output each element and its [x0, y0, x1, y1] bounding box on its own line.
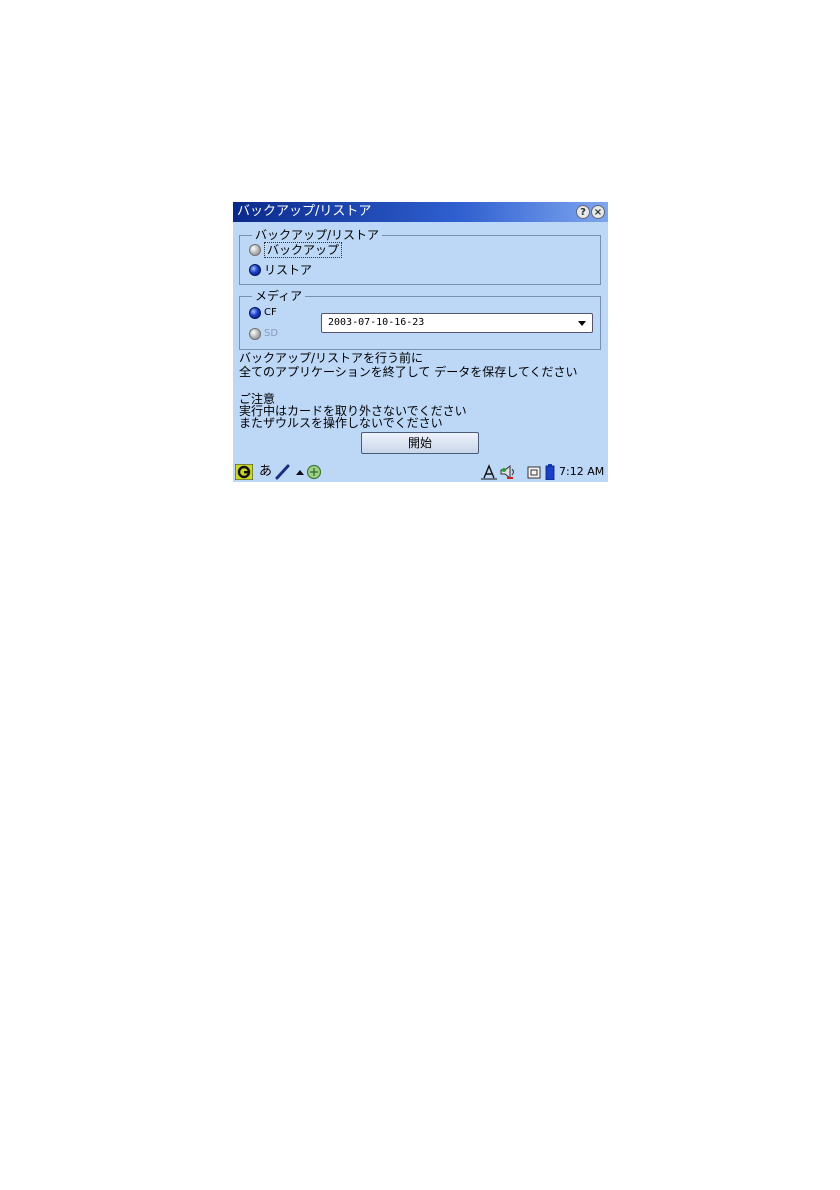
network-icon[interactable]	[306, 464, 322, 480]
font-a-icon[interactable]	[481, 464, 497, 480]
media-group-legend: メディア	[252, 288, 306, 304]
taskbar: あ 7:12 AM	[233, 462, 608, 482]
backup-file-select-value: 2003-07-10-16-23	[328, 317, 425, 328]
restore-radio[interactable]	[249, 264, 261, 276]
message-line-2: 全てのアプリケーションを終了して データを保存してください	[239, 365, 578, 379]
launcher-icon[interactable]	[235, 464, 253, 480]
message-line-1: バックアップ/リストアを行う前に	[239, 351, 424, 365]
sd-radio	[249, 328, 261, 340]
window-title: バックアップ/リストア	[237, 204, 372, 219]
backup-radio-label[interactable]: バックアップ	[264, 242, 343, 258]
start-button[interactable]: 開始	[361, 432, 479, 454]
cf-radio[interactable]	[249, 307, 261, 319]
clock[interactable]: 7:12 AM	[559, 462, 604, 478]
card-icon[interactable]	[527, 464, 541, 480]
restore-radio-label[interactable]: リストア	[264, 263, 312, 277]
chevron-down-icon[interactable]	[578, 321, 586, 326]
zaurus-screen: バックアップ/リストア ? × バックアップ/リストア バックアップ リストア …	[233, 202, 608, 482]
sd-radio-label: SD	[264, 328, 279, 339]
caution-line-2: またザウルスを操作しないでください	[239, 416, 443, 430]
cf-radio-label[interactable]: CF	[264, 306, 277, 320]
close-icon[interactable]: ×	[591, 205, 605, 219]
up-arrow-icon[interactable]	[295, 464, 305, 480]
mode-group-legend: バックアップ/リストア	[252, 227, 383, 243]
backup-file-select[interactable]: 2003-07-10-16-23	[321, 313, 593, 333]
help-icon[interactable]: ?	[576, 205, 590, 219]
speaker-icon[interactable]	[499, 464, 519, 480]
title-bar: バックアップ/リストア ? ×	[233, 202, 608, 222]
pen-icon[interactable]	[275, 464, 291, 480]
battery-icon	[545, 464, 555, 480]
ime-indicator[interactable]: あ	[259, 462, 272, 479]
backup-radio[interactable]	[249, 244, 261, 256]
